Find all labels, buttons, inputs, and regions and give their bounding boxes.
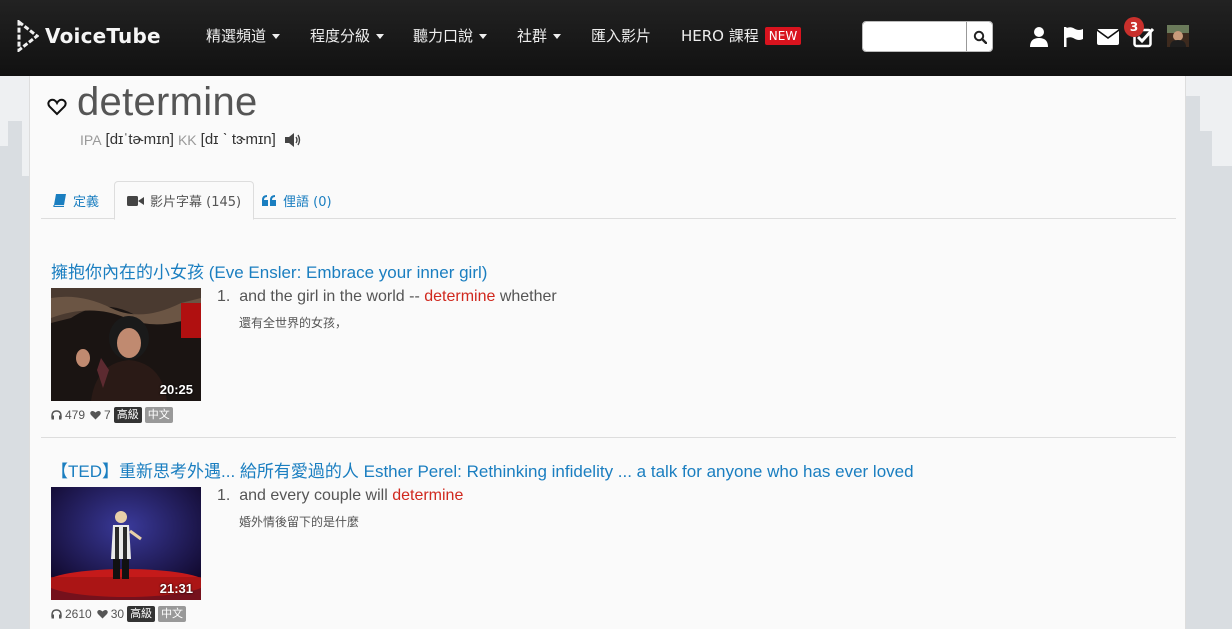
video-entry: 【TED】重新思考外遇... 給所有愛過的人 Esther Perel: Ret… <box>41 457 1176 629</box>
tab-video-subtitles[interactable]: 影片字幕 (145) <box>114 181 255 220</box>
top-navbar: VoiceTube 精選頻道 程度分級 聽力口說 社群 匯入影片 HERO 課程… <box>0 0 1232 76</box>
caret-down-icon <box>553 33 562 39</box>
language-tag: 中文 <box>158 606 187 622</box>
video-entry: 擁抱你內在的小女孩 (Eve Ensler: Embrace your inne… <box>41 258 1176 436</box>
logo-mark-icon <box>17 20 39 52</box>
tab-label: 影片字幕 (145) <box>150 195 242 210</box>
nav-label: 聽力口說 <box>413 27 474 45</box>
nav-label: 精選頻道 <box>206 27 267 45</box>
line-number: 1. <box>217 487 231 504</box>
heart-icon <box>96 609 108 619</box>
nav-hero-course[interactable]: HERO 課程 NEW <box>681 26 802 46</box>
new-badge: NEW <box>764 27 802 45</box>
video-thumbnail[interactable]: 21:31 <box>51 487 201 600</box>
line-text-before: and the girl in the world -- <box>239 288 425 305</box>
heart-outline-icon <box>47 98 67 116</box>
listen-count: 479 <box>65 408 86 422</box>
search-form <box>862 21 993 52</box>
kk-label: KK <box>177 131 197 148</box>
headphones-icon <box>51 410 62 420</box>
nav-label: HERO 課程 <box>681 27 759 45</box>
subtitle-translation: 婚外情後留下的是什麼 <box>239 515 360 529</box>
highlighted-word: determine <box>392 487 464 504</box>
tab-bar: 定義 影片字幕 (145) 俚語 (0) <box>41 181 1176 220</box>
language-tag: 中文 <box>144 407 173 423</box>
search-button[interactable] <box>966 22 992 51</box>
subtitle-translation: 還有全世界的女孩， <box>239 316 348 330</box>
nav-label: 社群 <box>517 27 548 45</box>
nav-community[interactable]: 社群 <box>517 26 562 46</box>
entry-divider <box>41 437 1176 438</box>
tab-slang[interactable]: 俚語 (0) <box>249 181 344 219</box>
video-thumbnail[interactable]: 20:25 <box>51 288 201 401</box>
level-tag[interactable]: 高級 <box>113 407 142 423</box>
ipa-value: [dɪˈtɚmɪn] <box>105 131 174 148</box>
nav-featured-channels[interactable]: 精選頻道 <box>206 26 281 46</box>
video-duration: 21:31 <box>159 581 193 596</box>
heart-icon <box>90 410 101 420</box>
like-count: 7 <box>104 408 111 422</box>
video-title-link[interactable]: 擁抱你內在的小女孩 (Eve Ensler: Embrace your inne… <box>51 258 487 283</box>
flag-icon[interactable] <box>1061 25 1085 49</box>
nav-levels[interactable]: 程度分級 <box>310 26 385 46</box>
nav-import-video[interactable]: 匯入影片 <box>591 26 651 46</box>
like-count: 30 <box>110 607 125 621</box>
headphones-icon <box>51 609 62 619</box>
book-icon <box>53 194 66 207</box>
video-duration: 20:25 <box>159 382 193 397</box>
search-icon <box>973 30 987 44</box>
avatar[interactable] <box>1167 25 1189 47</box>
subtitle-line[interactable]: 1. and every couple will determine <box>217 487 463 505</box>
listen-count: 2610 <box>65 607 92 621</box>
line-number: 1. <box>217 288 231 305</box>
user-icon[interactable] <box>1027 25 1051 49</box>
line-text-before: and every couple will <box>239 487 393 504</box>
logo-text: VoiceTube <box>45 24 161 48</box>
tab-label: 定義 <box>73 194 100 210</box>
tab-definition[interactable]: 定義 <box>41 181 111 219</box>
notification-badge: 3 <box>1124 17 1144 37</box>
voicetube-logo[interactable]: VoiceTube <box>17 20 161 52</box>
video-meta: 2610 30 高級 中文 <box>51 606 187 622</box>
nav-listening-speaking[interactable]: 聽力口說 <box>413 26 488 46</box>
video-camera-icon <box>127 195 144 206</box>
caret-down-icon <box>376 33 385 39</box>
line-text-after: whether <box>495 288 557 305</box>
nav-label: 匯入影片 <box>591 27 652 45</box>
quote-icon <box>262 194 276 206</box>
tab-label: 俚語 (0) <box>283 194 332 210</box>
caret-down-icon <box>272 33 281 39</box>
video-meta: 479 7 高級 中文 <box>51 407 173 423</box>
favorite-button[interactable] <box>47 97 67 117</box>
subtitle-line[interactable]: 1. and the girl in the world -- determin… <box>217 288 557 306</box>
main-content-card: determine IPA [dɪˈtɚmɪn] KK [dɪ ˋ tɝmɪn]… <box>29 76 1186 629</box>
video-title-link[interactable]: 【TED】重新思考外遇... 給所有愛過的人 Esther Perel: Ret… <box>51 457 914 482</box>
level-tag[interactable]: 高級 <box>127 606 156 622</box>
search-input[interactable] <box>863 22 966 51</box>
speaker-icon[interactable] <box>284 132 302 148</box>
word-title: determine <box>77 80 258 124</box>
kk-value: [dɪ ˋ tɝmɪn] <box>200 131 276 148</box>
pronunciation: IPA [dɪˈtɚmɪn] KK [dɪ ˋ tɝmɪn] <box>80 131 302 148</box>
nav-label: 程度分級 <box>310 27 371 45</box>
caret-down-icon <box>479 33 488 39</box>
envelope-icon[interactable] <box>1096 25 1120 49</box>
highlighted-word: determine <box>424 288 496 305</box>
ipa-label: IPA <box>80 131 102 148</box>
